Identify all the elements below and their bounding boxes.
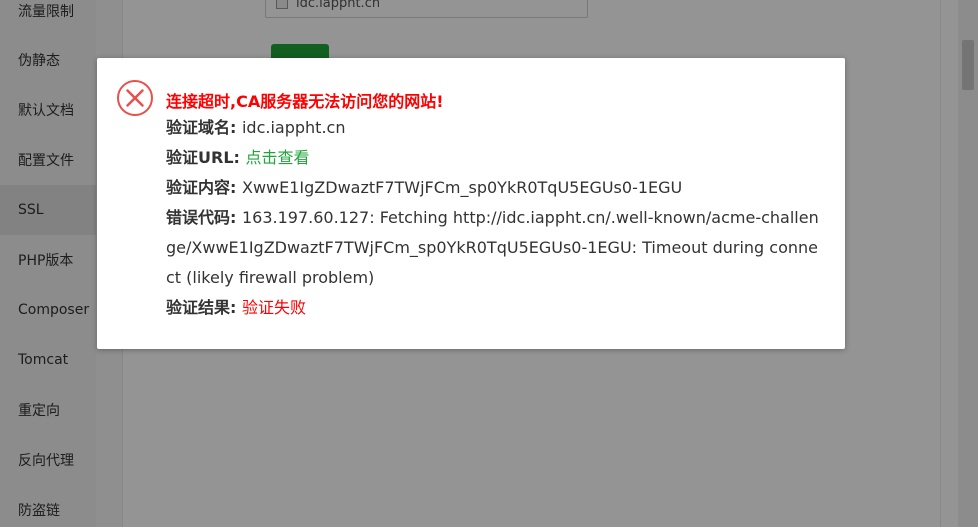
verify-content-row: 验证内容: XwwE1IgZDwaztF7TWjFCm_sp0YkR0TqU5E… — [166, 173, 826, 203]
error-dialog: 连接超时,CA服务器无法访问您的网站! 验证域名: idc.iappht.cn … — [97, 58, 845, 349]
verify-content-label: 验证内容: — [166, 178, 242, 197]
error-code-row: 错误代码: 163.197.60.127: Fetching http://id… — [166, 203, 826, 293]
view-url-link[interactable]: 点击查看 — [245, 148, 309, 167]
verify-result-row: 验证结果: 验证失败 — [166, 293, 826, 323]
error-code-value: 163.197.60.127: Fetching http://idc.iapp… — [166, 208, 819, 287]
verify-url-row: 验证URL: 点击查看 — [166, 143, 826, 173]
error-circle-x-icon — [117, 80, 153, 116]
error-code-label: 错误代码: — [166, 208, 242, 227]
verify-result-label: 验证结果: — [166, 298, 242, 317]
verify-domain-value: idc.iappht.cn — [241, 118, 346, 137]
verify-content-value: XwwE1IgZDwaztF7TWjFCm_sp0YkR0TqU5EGUs0-1… — [241, 178, 683, 197]
screen: 流量限制 伪静态 默认文档 配置文件 SSL PHP版本 Composer To… — [0, 0, 978, 527]
verify-domain-row: 验证域名: idc.iappht.cn — [166, 113, 826, 143]
verify-result-value: 验证失败 — [241, 298, 306, 317]
dialog-title: 连接超时,CA服务器无法访问您的网站! — [166, 92, 444, 111]
verify-domain-label: 验证域名: — [166, 118, 242, 137]
verify-url-label: 验证URL: — [166, 148, 246, 167]
